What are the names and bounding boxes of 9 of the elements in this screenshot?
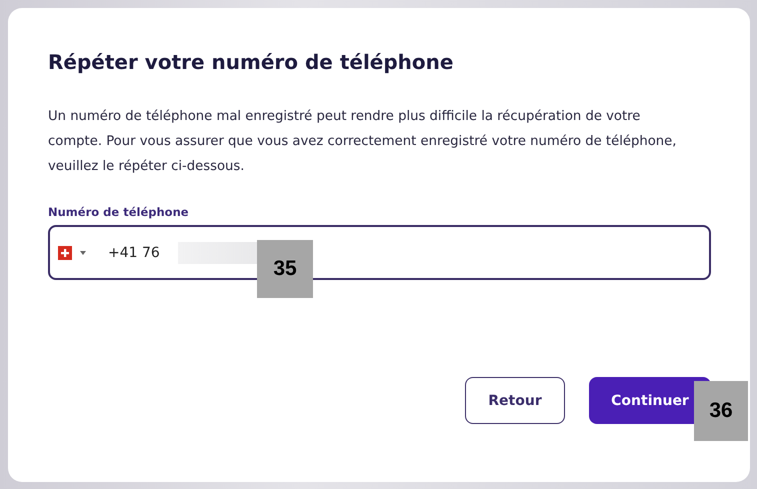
field-label: Numéro de téléphone bbox=[48, 205, 189, 219]
caret-icon[interactable] bbox=[80, 250, 86, 254]
flag-icon[interactable] bbox=[58, 246, 72, 260]
dialog-description: Un numéro de téléphone mal enregistré peut rendre plus difficile la récupération de votre compte. Pour vous assurer que vous avez correctement enregistré votre numéro de téléphone, veuillez le répéter ci-dessous. bbox=[48, 108, 678, 176]
dialog-title: Répéter votre numéro de téléphone bbox=[48, 49, 454, 76]
number-marker: 35 bbox=[257, 240, 313, 298]
number-marker: 36 bbox=[694, 381, 748, 441]
back-button[interactable]: Retour bbox=[465, 377, 565, 424]
phone-input[interactable]: +41 76 bbox=[108, 244, 170, 260]
